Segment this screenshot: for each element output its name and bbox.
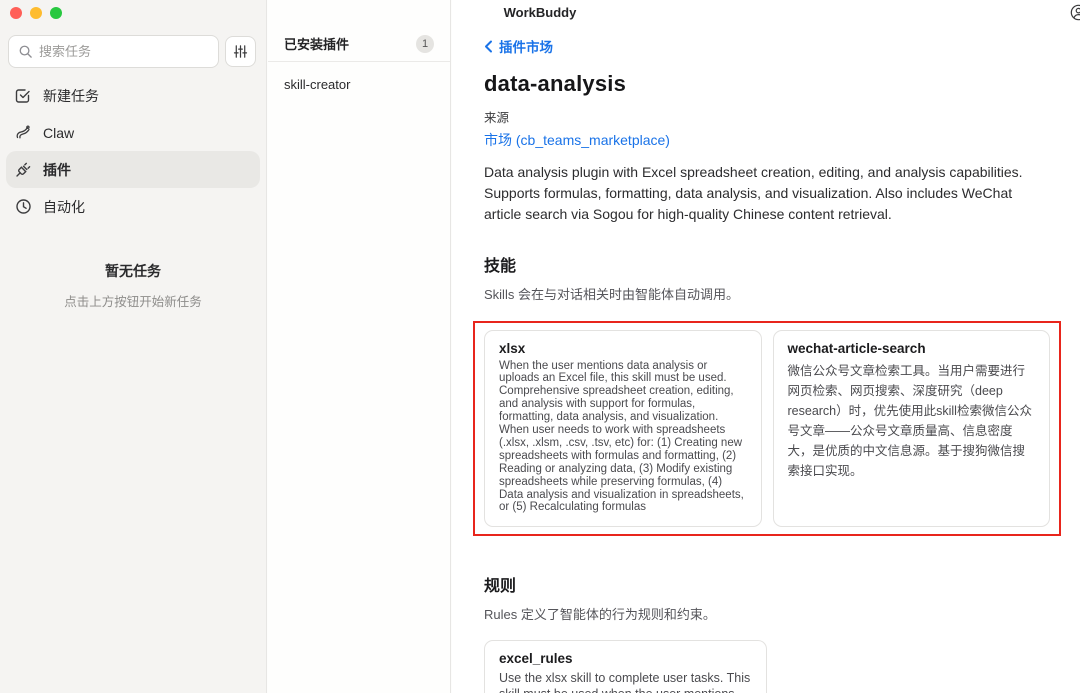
sidebar-item-claw[interactable]: Claw [6, 114, 260, 151]
plugin-detail-panel: 插件市场 data-analysis 来源 市场 (cb_teams_marke… [452, 0, 1080, 693]
skills-section: 技能 Skills 会在与对话相关时由智能体自动调用。 xlsx When th… [473, 252, 1061, 537]
close-window-button[interactable] [10, 7, 22, 19]
search-input-wrapper[interactable] [8, 35, 219, 68]
rules-subtitle: Rules 定义了智能体的行为规则和约束。 [484, 607, 716, 623]
rules-heading: 规则 [484, 578, 517, 596]
window-titlebar: WorkBuddy [0, 0, 1080, 26]
plugin-icon [16, 162, 31, 177]
skill-card-description: 微信公众号文章检索工具。当用户需要进行网页检索、网页搜索、深度研究（deep r… [787, 363, 1032, 478]
claw-icon [16, 125, 30, 139]
skill-card-xlsx[interactable]: xlsx When the user mentions data analysi… [484, 329, 762, 528]
account-button[interactable] [1070, 4, 1080, 21]
skill-card-wechat-article-search[interactable]: wechat-article-search 微信公众号文章检索工具。当用户需要进… [772, 329, 1050, 528]
traffic-lights [10, 7, 62, 19]
filter-button[interactable] [225, 36, 256, 67]
sidebar-item-label: 自动化 [43, 198, 85, 215]
zoom-window-button[interactable] [50, 7, 62, 19]
new-task-icon [15, 89, 30, 103]
plugin-description: Data analysis plugin with Excel spreadsh… [484, 163, 1023, 222]
sidebar-item-label: Claw [43, 124, 75, 141]
empty-state: 暂无任务 点击上方按钮开始新任务 [0, 261, 266, 310]
minimize-window-button[interactable] [30, 7, 42, 19]
red-highlight-annotation: xlsx When the user mentions data analysi… [473, 320, 1061, 537]
skill-card-description: When the user mentions data analysis or … [499, 359, 744, 514]
skills-subtitle: Skills 会在与对话相关时由智能体自动调用。 [484, 286, 739, 302]
installed-plugins-header: 已安装插件 1 [268, 26, 450, 62]
search-icon [19, 45, 32, 58]
window-title: WorkBuddy [503, 5, 577, 20]
page-title: data-analysis [484, 70, 627, 96]
sidebar-item-plugins[interactable]: 插件 [6, 151, 260, 188]
back-link-label: 插件市场 [499, 40, 553, 55]
sliders-icon [233, 45, 248, 58]
back-to-marketplace-link[interactable]: 插件市场 [484, 36, 553, 56]
sidebar-nav: 新建任务 Claw 插件 自动化 [0, 77, 266, 225]
rule-card-description: Use the xlsx skill to complete user task… [499, 671, 751, 693]
rule-card-title: excel_rules [499, 651, 573, 667]
sidebar-item-label: 新建任务 [43, 87, 99, 104]
sidebar-item-automation[interactable]: 自动化 [6, 188, 260, 225]
user-icon [1070, 4, 1080, 21]
empty-state-subtitle: 点击上方按钮开始新任务 [64, 295, 202, 309]
plugin-count-badge: 1 [416, 34, 434, 53]
clock-icon [16, 199, 31, 214]
empty-state-title: 暂无任务 [105, 263, 161, 279]
skills-heading: 技能 [484, 257, 517, 275]
installed-plugins-title: 已安装插件 [284, 37, 350, 52]
sidebar-item-new-task[interactable]: 新建任务 [6, 77, 260, 114]
sidebar: 新建任务 Claw 插件 自动化 [0, 0, 267, 693]
plugin-list-item-skill-creator[interactable]: skill-creator [268, 62, 450, 107]
search-input[interactable] [39, 44, 209, 59]
skills-cards-grid: xlsx When the user mentions data analysi… [484, 329, 1050, 528]
source-label: 来源 [484, 110, 510, 125]
chevron-left-icon [485, 40, 492, 52]
sidebar-item-label: 插件 [43, 161, 71, 178]
rule-card-excel-rules[interactable]: excel_rules Use the xlsx skill to comple… [484, 640, 767, 693]
rules-section: 规则 Rules 定义了智能体的行为规则和约束。 excel_rules Use… [484, 572, 1050, 693]
skill-card-title: wechat-article-search [787, 340, 926, 356]
installed-plugins-panel: 已安装插件 1 skill-creator [268, 0, 451, 693]
source-marketplace-link[interactable]: 市场 (cb_teams_marketplace) [484, 130, 1050, 150]
skill-card-title: xlsx [499, 340, 526, 356]
